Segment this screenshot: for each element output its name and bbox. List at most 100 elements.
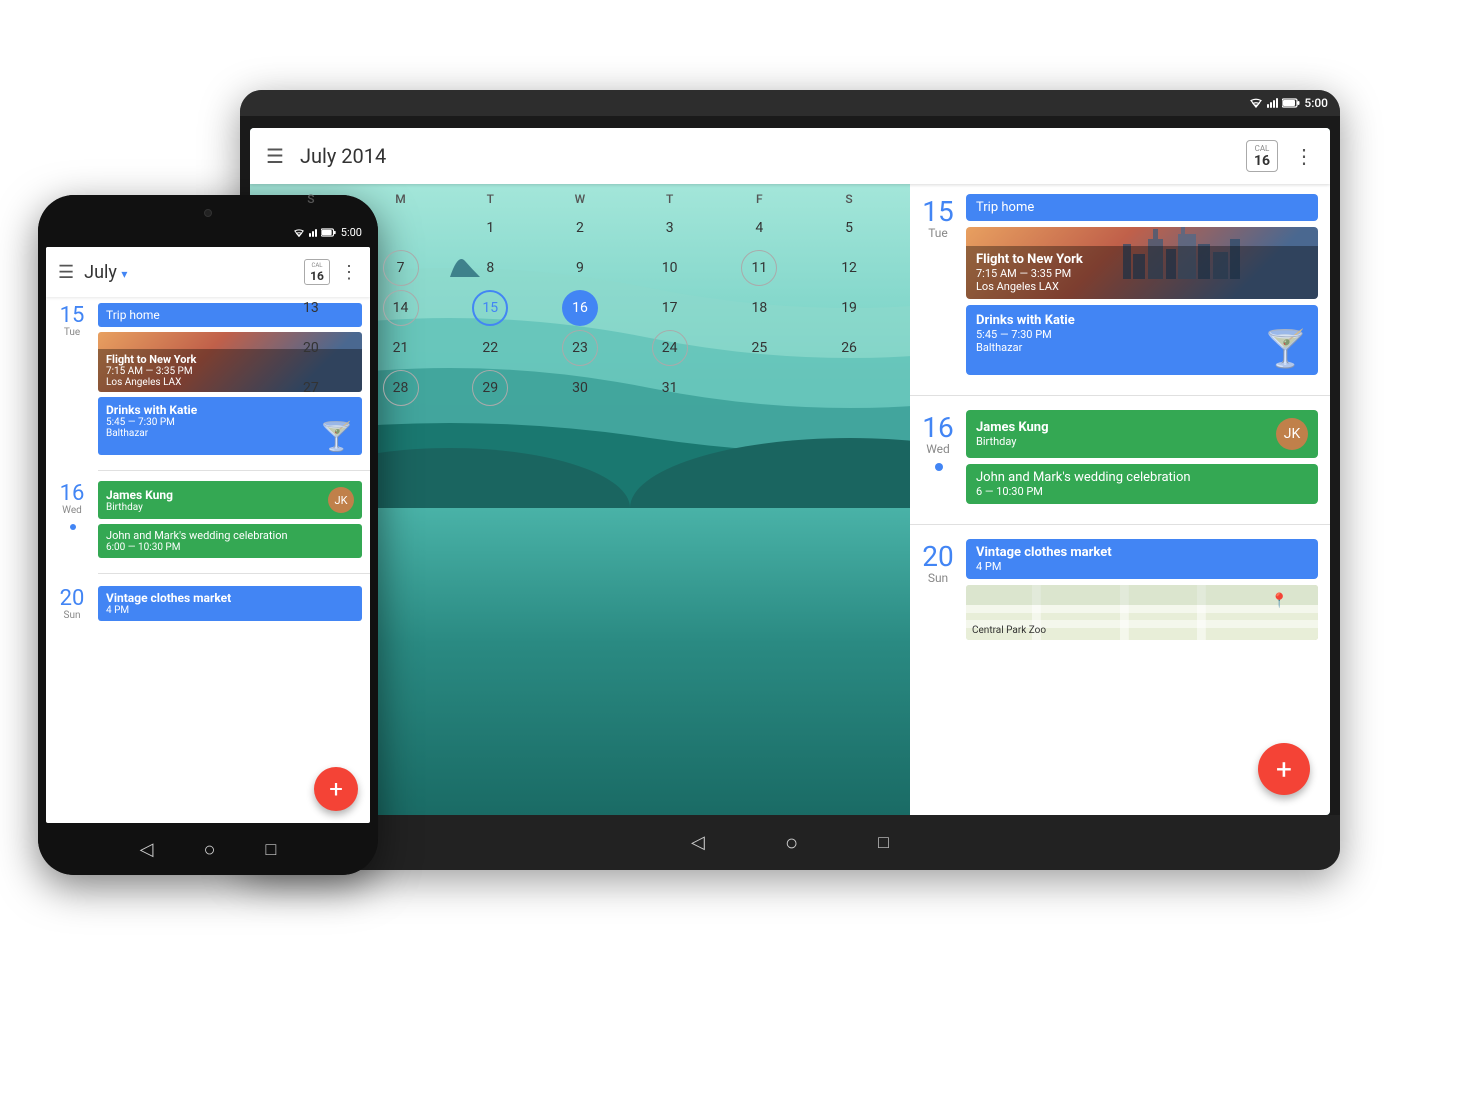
- tablet-status-bar: 5:00: [240, 90, 1340, 116]
- calendar-cell-23[interactable]: 23: [562, 330, 598, 366]
- tablet-date-20: 20 Sun: [910, 539, 966, 645]
- tablet-dot-16: [935, 463, 943, 471]
- calendar-cell-25[interactable]: 25: [741, 330, 777, 366]
- calendar-cell-16[interactable]: 16: [562, 290, 598, 326]
- tablet-event-wedding[interactable]: John and Mark's wedding celebration 6 — …: [966, 464, 1318, 504]
- phone-more-button[interactable]: ⋮: [340, 262, 358, 283]
- calendar-cell-1[interactable]: 1: [472, 210, 508, 246]
- tablet-events-16: James Kung Birthday JK John and Mark's w…: [966, 410, 1330, 510]
- calendar-cell-12[interactable]: 12: [831, 250, 867, 286]
- phone-birthday-name: James Kung: [106, 488, 173, 502]
- drinks-location: Balthazar: [976, 341, 1308, 354]
- calendar-cell-14[interactable]: 14: [383, 290, 419, 326]
- tablet-event-drinks[interactable]: Drinks with Katie 5:45 — 7:30 PM Balthaz…: [966, 305, 1318, 375]
- phone-menu-button[interactable]: ☰: [58, 262, 74, 283]
- phone-date-15: 15 Tue: [46, 303, 98, 460]
- drinks-time: 5:45 — 7:30 PM: [976, 328, 1308, 341]
- calendar-cell-22[interactable]: 22: [472, 330, 508, 366]
- phone-date-20: 20 Sun: [46, 586, 98, 626]
- wedding-title: John and Mark's wedding celebration: [976, 470, 1308, 485]
- phone-dot-16: [70, 524, 76, 530]
- tablet-day-15: 15 Tue Trip home: [910, 184, 1330, 391]
- calendar-cell-15[interactable]: 15: [472, 290, 508, 326]
- tablet-screen: 🐠 🐟 🐟 🐟 ☰ July 2014 CAL 16 ⋮ S: [250, 128, 1330, 815]
- calendar-cell-27[interactable]: 27: [293, 370, 329, 406]
- phone-recent-button[interactable]: □: [266, 839, 277, 860]
- tablet-event-birthday[interactable]: James Kung Birthday JK: [966, 410, 1318, 458]
- tablet-more-button[interactable]: ⋮: [1294, 144, 1314, 168]
- drinks-title: Drinks with Katie: [976, 313, 1308, 328]
- tablet-time: 5:00: [1304, 96, 1328, 110]
- james-avatar: JK: [1276, 418, 1308, 450]
- tablet-status-icons: 5:00: [1249, 96, 1328, 110]
- phone-title: July ▾: [84, 262, 294, 283]
- tablet-events-20: Vintage clothes market 4 PM: [966, 539, 1330, 645]
- tablet-calendar-grid: 1234567891011121314151617181920212223242…: [250, 210, 910, 406]
- market-time: 4 PM: [976, 560, 1308, 573]
- phone-camera: [204, 209, 212, 217]
- tablet-date-16: 16 Wed: [910, 410, 966, 510]
- signal-icon: [1267, 98, 1278, 108]
- tablet-fab-button[interactable]: +: [1258, 743, 1310, 795]
- map-pin-icon: 📍: [1271, 593, 1288, 609]
- tablet-date-15: 15 Tue: [910, 194, 966, 381]
- tablet-device: 5:00: [240, 90, 1340, 870]
- battery-icon: [1282, 98, 1300, 108]
- calendar-cell-20[interactable]: 20: [293, 330, 329, 366]
- calendar-cell-21[interactable]: 21: [383, 330, 419, 366]
- wifi-icon: [1249, 97, 1263, 109]
- tablet-map-preview[interactable]: 📍 Central Park Zoo: [966, 585, 1318, 640]
- tablet-recent-button[interactable]: □: [878, 832, 889, 853]
- calendar-cell-30[interactable]: 30: [562, 370, 598, 406]
- flight-location: Los Angeles LAX: [976, 280, 1308, 293]
- calendar-cell-18[interactable]: 18: [741, 290, 777, 326]
- tablet-events-15: Trip home: [966, 194, 1330, 381]
- scene: 5:00: [0, 0, 1461, 1102]
- tablet-event-flight[interactable]: Flight to New York 7:15 AM — 3:35 PM Los…: [966, 227, 1318, 299]
- calendar-cell-2[interactable]: 2: [562, 210, 598, 246]
- birthday-name: James Kung: [976, 420, 1049, 435]
- tablet-event-trip-home[interactable]: Trip home: [966, 194, 1318, 221]
- calendar-cell-10[interactable]: 10: [652, 250, 688, 286]
- phone-date-16: 16 Wed: [46, 481, 98, 563]
- phone-title-arrow: ▾: [121, 267, 127, 281]
- calendar-cell-28[interactable]: 28: [383, 370, 419, 406]
- phone-back-button[interactable]: ◁: [140, 839, 154, 860]
- calendar-cell-8[interactable]: 8: [472, 250, 508, 286]
- martini-icon: 🍸: [1263, 328, 1308, 370]
- tablet-menu-button[interactable]: ☰: [266, 144, 284, 168]
- birthday-label: Birthday: [976, 435, 1049, 448]
- calendar-cell-5[interactable]: 5: [831, 210, 867, 246]
- tablet-events-panel: 15 Tue Trip home: [910, 184, 1330, 815]
- calendar-cell-24[interactable]: 24: [652, 330, 688, 366]
- phone-birthday-label: Birthday: [106, 502, 173, 513]
- calendar-cell-31[interactable]: 31: [652, 370, 688, 406]
- tablet-back-button[interactable]: ◁: [691, 832, 705, 853]
- calendar-cell-17[interactable]: 17: [652, 290, 688, 326]
- calendar-cell-4[interactable]: 4: [741, 210, 777, 246]
- calendar-cell-26[interactable]: 26: [831, 330, 867, 366]
- phone-toolbar: ☰ July ▾ CAL 16 ⋮: [46, 247, 370, 297]
- tablet-calendar-day-headers: S M T W T F S: [250, 184, 910, 210]
- tablet-toolbar: ☰ July 2014 CAL 16 ⋮: [250, 128, 1330, 184]
- phone-home-button[interactable]: ○: [203, 837, 215, 862]
- calendar-cell-19[interactable]: 19: [831, 290, 867, 326]
- calendar-cell-7[interactable]: 7: [383, 250, 419, 286]
- calendar-cell-11[interactable]: 11: [741, 250, 777, 286]
- phone-cal-icon[interactable]: CAL 16: [304, 259, 330, 285]
- map-address: Central Park Zoo: [972, 625, 1046, 636]
- calendar-cell-9[interactable]: 9: [562, 250, 598, 286]
- phone-fab-button[interactable]: +: [314, 767, 358, 811]
- tablet-event-market[interactable]: Vintage clothes market 4 PM: [966, 539, 1318, 579]
- tablet-cal-icon[interactable]: CAL 16: [1246, 140, 1278, 172]
- market-title: Vintage clothes market: [976, 545, 1308, 560]
- tablet-home-button[interactable]: ○: [785, 830, 798, 856]
- tablet-day-16: 16 Wed James Kung Birthday JK: [910, 400, 1330, 520]
- tablet-day-20: 20 Sun Vintage clothes market 4 PM: [910, 529, 1330, 655]
- phone-nav-bar: ◁ ○ □: [38, 823, 378, 875]
- calendar-cell-29[interactable]: 29: [472, 370, 508, 406]
- flight-title: Flight to New York: [976, 252, 1308, 267]
- flight-time: 7:15 AM — 3:35 PM: [976, 267, 1308, 280]
- calendar-cell-3[interactable]: 3: [652, 210, 688, 246]
- tablet-title: July 2014: [300, 144, 1230, 168]
